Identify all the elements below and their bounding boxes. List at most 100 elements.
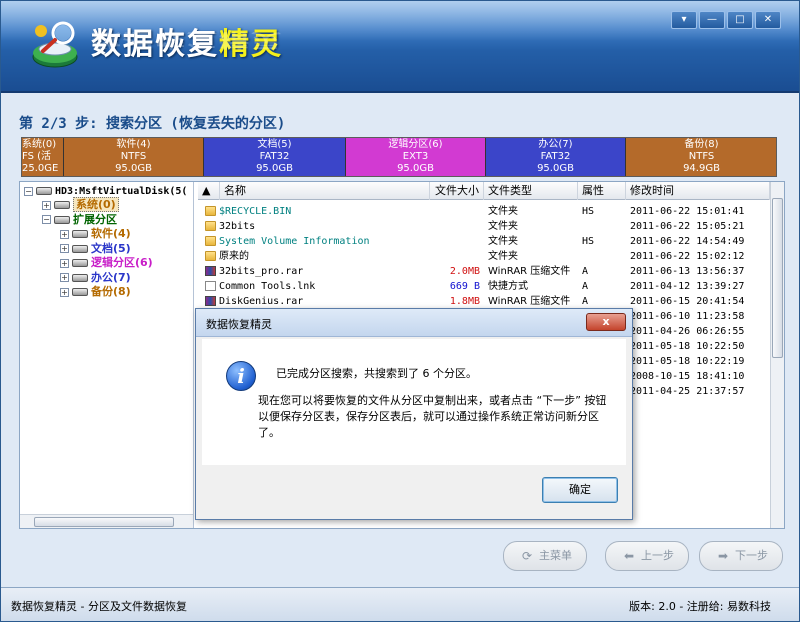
disk-segment[interactable]: 逻辑分区(6) EXT3 95.0GB [346,138,486,176]
window-minimize-button[interactable]: — [699,11,725,29]
tree-item-partition[interactable]: + 文档(5) [60,242,131,256]
disk-segment[interactable]: 办公(7) FAT32 95.0GB [486,138,626,176]
column-mtime[interactable]: 修改时间 [626,182,770,200]
partition-icon [72,244,88,253]
expand-icon[interactable]: + [42,200,51,210]
file-attr: A [582,281,589,292]
file-size: 1.8MB [449,296,480,307]
expand-icon[interactable]: + [60,244,69,253]
file-type: 文件夹 [488,221,518,232]
file-list-scrollbar[interactable] [770,182,784,528]
partition-icon [72,273,88,282]
disk-segment-fs: NTFS [688,151,715,162]
arrow-right-icon: ➡ [717,549,729,563]
expand-icon[interactable]: + [60,258,69,268]
disk-segment-size: 95.0GB [537,163,574,174]
folder-icon [205,251,216,261]
dialog-ok-button[interactable]: 确定 [542,477,618,503]
file-row[interactable]: System Volume Information 文件夹 HS 2011-06-22… [198,234,770,249]
file-row[interactable]: $RECYCLE.BIN 文件夹 HS 2011-06-22 15:01:41 [198,204,770,219]
info-icon: i [226,361,256,391]
collapse-icon[interactable]: − [42,215,51,224]
file-type: WinRAR 压缩文件 [488,266,571,277]
file-mtime: 2011-04-26 06:26:55 [630,326,745,337]
expand-icon[interactable]: + [60,287,69,297]
disk-segment-name: 备份(8) [684,139,719,150]
dialog-body: i 已完成分区搜索，共搜索到了 6 个分区。 现在您可以将要恢复的文件从分区中复… [202,339,626,465]
file-row[interactable]: Common Tools.lnk 669 B 快捷方式 A 2011-04-12 13:… [198,279,770,294]
file-attr: A [582,266,589,277]
folder-icon [205,221,216,231]
tree-item-partition[interactable]: + 系统(0) [42,197,119,212]
collapse-icon[interactable]: − [24,186,33,196]
expand-icon[interactable]: + [60,229,69,239]
file-attr: A [582,296,589,307]
next-step-button[interactable]: ➡ 下一步 [699,541,783,571]
partition-icon [54,201,70,209]
disk-segment-fs: FAT32 [259,151,290,162]
file-attr: HS [582,236,595,247]
tree-root-label: HD3:MsftVirtualDisk(5( [55,186,188,197]
disk-segment[interactable]: 文档(5) FAT32 95.0GB [204,138,346,176]
tree-item-partition[interactable]: − 扩展分区 [42,213,117,227]
column-name[interactable]: 名称 [220,182,430,200]
info-dialog: 数据恢复精灵 x i 已完成分区搜索，共搜索到了 6 个分区。 现在您可以将要恢… [195,308,633,520]
column-type[interactable]: 文件类型 [484,182,578,200]
file-row[interactable]: DiskGenius.rar 1.8MB WinRAR 压缩文件 A 2011-06-1… [198,294,770,309]
file-mtime: 2011-06-22 15:02:12 [630,251,745,262]
file-attr: HS [582,206,595,217]
disk-segment-fs: FS (活 [22,151,52,162]
tree-item-partition[interactable]: + 备份(8) [60,285,131,299]
window-menu-button[interactable]: ▾ [671,11,697,29]
file-mtime: 2011-06-22 14:54:49 [630,236,745,247]
file-name: 原来的 [219,251,249,262]
rar-icon [205,296,216,306]
expand-icon[interactable]: + [60,273,69,282]
main-menu-button[interactable]: ⟳ 主菜单 [503,541,587,571]
window-maximize-button[interactable]: □ [727,11,753,29]
disk-segment[interactable]: 软件(4) NTFS 95.0GB [64,138,204,176]
app-header: 数据恢复精灵 数据恢复精灵 ▾ — □ ✕ [1,1,799,93]
file-type: WinRAR 压缩文件 [488,296,571,307]
file-mtime: 2011-06-22 15:05:21 [630,221,745,232]
disk-segment[interactable]: 备份(8) NTFS 94.9GB [626,138,776,176]
window-controls: ▾ — □ ✕ [669,11,781,29]
file-mtime: 2011-04-12 13:39:27 [630,281,745,292]
rar-icon [205,266,216,276]
file-type: 快捷方式 [488,281,528,292]
disk-segment-size: 95.0GB [256,163,293,174]
partition-tree: − HD3:MsftVirtualDisk(5(+ 系统(0) − 扩展分区 + 软件(4)… [20,182,194,528]
disk-segment-size: 94.9GB [683,163,720,174]
disk-segment[interactable]: 系统(0) FS (活 25.0GE [22,138,64,176]
file-mtime: 2011-05-18 10:22:19 [630,356,745,367]
column-attr[interactable]: 属性 [578,182,626,200]
window-close-button[interactable]: ✕ [755,11,781,29]
refresh-icon: ⟳ [521,549,533,563]
file-mtime: 2011-06-10 11:23:58 [630,311,745,322]
arrow-left-icon: ⬅ [623,549,635,563]
disk-icon [36,187,52,195]
file-row[interactable]: 32bits_pro.rar 2.0MB WinRAR 压缩文件 A 2011-06-1… [198,264,770,279]
tree-item-partition[interactable]: + 软件(4) [60,227,131,241]
file-name: 32bits_pro.rar [219,266,304,277]
tree-disk-root[interactable]: − HD3:MsftVirtualDisk(5( [24,184,187,198]
file-type: 文件夹 [488,251,518,262]
file-row[interactable]: 32bits 文件夹 2011-06-22 15:05:21 [198,219,770,234]
tree-item-label: 备份(8) [91,285,131,298]
file-name: System Volume Information [219,236,370,247]
app-logo-icon [32,21,78,68]
file-row[interactable]: 原来的 文件夹 2011-06-22 15:02:12 [198,249,770,264]
file-size: 2.0MB [449,266,480,277]
tree-item-partition[interactable]: + 逻辑分区(6) [60,256,153,270]
status-bar: 数据恢复精灵 - 分区及文件数据恢复 版本: 2.0 - 注册给: 易数科技 [1,587,799,621]
tree-item-partition[interactable]: + 办公(7) [60,271,131,285]
prev-step-button[interactable]: ⬅ 上一步 [605,541,689,571]
column-size[interactable]: 文件大小 [430,182,484,200]
file-mtime: 2011-06-13 13:56:37 [630,266,745,277]
status-right-text: 版本: 2.0 - 注册给: 易数科技 [629,600,771,613]
file-type: 文件夹 [488,206,518,217]
tree-scrollbar[interactable] [20,514,193,528]
file-name: $RECYCLE.BIN [219,206,292,217]
up-arrow-icon[interactable]: ▲ [198,182,220,200]
dialog-close-button[interactable]: x [586,313,626,331]
